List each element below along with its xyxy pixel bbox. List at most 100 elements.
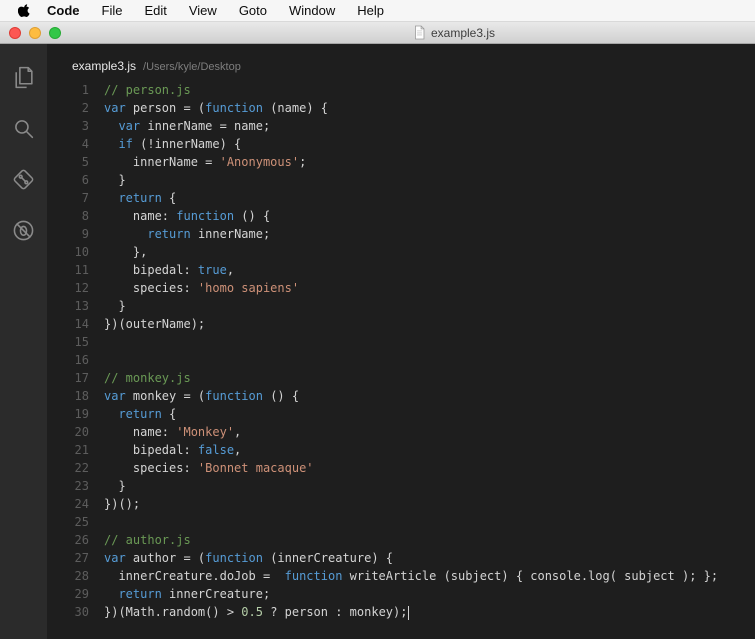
code-line[interactable]: 27 var author = (function (innerCreature)… xyxy=(47,549,755,567)
line-number[interactable]: 2 xyxy=(47,99,104,117)
code-line[interactable]: 22 species: 'Bonnet macaque' xyxy=(47,459,755,477)
code-line[interactable]: 4 if (!innerName) { xyxy=(47,135,755,153)
line-number[interactable]: 7 xyxy=(47,189,104,207)
line-number[interactable]: 19 xyxy=(47,405,104,423)
code-text: // monkey.js xyxy=(104,371,191,385)
menu-item-view[interactable]: View xyxy=(189,3,217,18)
line-number[interactable]: 12 xyxy=(47,279,104,297)
code-text: return { xyxy=(118,407,177,421)
code-text: var monkey = (function () { xyxy=(104,389,300,403)
line-number[interactable]: 29 xyxy=(47,585,104,603)
line-number[interactable]: 30 xyxy=(47,603,104,621)
code-text: return innerName; xyxy=(147,227,271,241)
code-text: innerCreature.doJob = function writeArti… xyxy=(104,569,719,583)
menu-item-window[interactable]: Window xyxy=(289,3,335,18)
code-line[interactable]: 8 name: function () { xyxy=(47,207,755,225)
line-number[interactable]: 9 xyxy=(47,225,104,243)
code-line[interactable]: 13 } xyxy=(47,297,755,315)
code-area[interactable]: 1// person.js 2 var person = (function (na… xyxy=(47,81,755,621)
code-text: } xyxy=(104,479,126,493)
code-text: // author.js xyxy=(104,533,191,547)
code-line[interactable]: 18 var monkey = (function () { xyxy=(47,387,755,405)
minimize-button[interactable] xyxy=(29,27,41,39)
file-path: /Users/kyle/Desktop xyxy=(143,61,241,73)
editor-file-header: example3.js/Users/kyle/Desktop xyxy=(47,44,755,81)
code-text: name: function () { xyxy=(104,209,271,223)
code-line[interactable]: 3 var innerName = name; xyxy=(47,117,755,135)
code-line[interactable]: 28 innerCreature.doJob = function writeA… xyxy=(47,567,755,585)
code-text: var innerName = name; xyxy=(118,119,271,133)
line-number[interactable]: 25 xyxy=(47,513,104,531)
line-number[interactable]: 24 xyxy=(47,495,104,513)
line-number[interactable]: 8 xyxy=(47,207,104,225)
code-text: var author = (function (innerCreature) { xyxy=(104,551,394,565)
code-text: species: 'Bonnet macaque' xyxy=(104,461,314,475)
line-number[interactable]: 28 xyxy=(47,567,104,585)
code-line[interactable]: 11 bipedal: true, xyxy=(47,261,755,279)
code-line[interactable]: 15 xyxy=(47,333,755,351)
code-line[interactable]: 5 innerName = 'Anonymous'; xyxy=(47,153,755,171)
menu-app-name[interactable]: Code xyxy=(47,3,80,18)
line-number[interactable]: 18 xyxy=(47,387,104,405)
line-number[interactable]: 10 xyxy=(47,243,104,261)
code-line[interactable]: 19 return { xyxy=(47,405,755,423)
window-title-text: example3.js xyxy=(431,25,496,40)
search-icon[interactable] xyxy=(0,103,47,154)
code-text: name: 'Monkey', xyxy=(104,425,242,439)
line-number[interactable]: 4 xyxy=(47,135,104,153)
line-number[interactable]: 27 xyxy=(47,549,104,567)
line-number[interactable]: 21 xyxy=(47,441,104,459)
line-number[interactable]: 16 xyxy=(47,351,104,369)
code-line[interactable]: 10 }, xyxy=(47,243,755,261)
code-line[interactable]: 1// person.js xyxy=(47,81,755,99)
explorer-icon[interactable] xyxy=(0,52,47,103)
code-text: // person.js xyxy=(104,83,191,97)
code-text: bipedal: false, xyxy=(104,443,242,457)
debug-icon[interactable] xyxy=(0,205,47,256)
code-text: })(); xyxy=(104,497,141,511)
line-number[interactable]: 22 xyxy=(47,459,104,477)
code-line[interactable]: 12 species: 'homo sapiens' xyxy=(47,279,755,297)
document-icon xyxy=(413,25,426,40)
line-number[interactable]: 5 xyxy=(47,153,104,171)
code-line[interactable]: 16 xyxy=(47,351,755,369)
line-number[interactable]: 20 xyxy=(47,423,104,441)
line-number[interactable]: 26 xyxy=(47,531,104,549)
editor[interactable]: example3.js/Users/kyle/Desktop 1// perso… xyxy=(47,44,755,639)
apple-menu[interactable] xyxy=(18,3,31,18)
code-line[interactable]: 2 var person = (function (name) { xyxy=(47,99,755,117)
code-line[interactable]: 21 bipedal: false, xyxy=(47,441,755,459)
code-line[interactable]: 9 return innerName; xyxy=(47,225,755,243)
menu-items: File Edit View Goto Window Help xyxy=(102,3,407,18)
code-line[interactable]: 30})(Math.random() > 0.5 ? person : monk… xyxy=(47,603,755,621)
code-line[interactable]: 24})(); xyxy=(47,495,755,513)
code-line[interactable]: 26// author.js xyxy=(47,531,755,549)
file-name: example3.js xyxy=(72,59,137,73)
code-text: } xyxy=(104,173,126,187)
close-button[interactable] xyxy=(9,27,21,39)
code-line[interactable]: 7 return { xyxy=(47,189,755,207)
menu-item-edit[interactable]: Edit xyxy=(144,3,166,18)
code-line[interactable]: 6 } xyxy=(47,171,755,189)
line-number[interactable]: 15 xyxy=(47,333,104,351)
code-line[interactable]: 20 name: 'Monkey', xyxy=(47,423,755,441)
line-number[interactable]: 3 xyxy=(47,117,104,135)
code-line[interactable]: 25 xyxy=(47,513,755,531)
code-line[interactable]: 23 } xyxy=(47,477,755,495)
menu-item-help[interactable]: Help xyxy=(357,3,384,18)
window-title-bar[interactable]: example3.js xyxy=(0,22,755,44)
line-number[interactable]: 11 xyxy=(47,261,104,279)
line-number[interactable]: 1 xyxy=(47,81,104,99)
git-icon[interactable] xyxy=(0,154,47,205)
line-number[interactable]: 6 xyxy=(47,171,104,189)
code-line[interactable]: 17// monkey.js xyxy=(47,369,755,387)
menu-item-goto[interactable]: Goto xyxy=(239,3,267,18)
menu-item-file[interactable]: File xyxy=(102,3,123,18)
line-number[interactable]: 13 xyxy=(47,297,104,315)
line-number[interactable]: 14 xyxy=(47,315,104,333)
line-number[interactable]: 23 xyxy=(47,477,104,495)
code-line[interactable]: 14})(outerName); xyxy=(47,315,755,333)
line-number[interactable]: 17 xyxy=(47,369,104,387)
zoom-button[interactable] xyxy=(49,27,61,39)
code-line[interactable]: 29 return innerCreature; xyxy=(47,585,755,603)
